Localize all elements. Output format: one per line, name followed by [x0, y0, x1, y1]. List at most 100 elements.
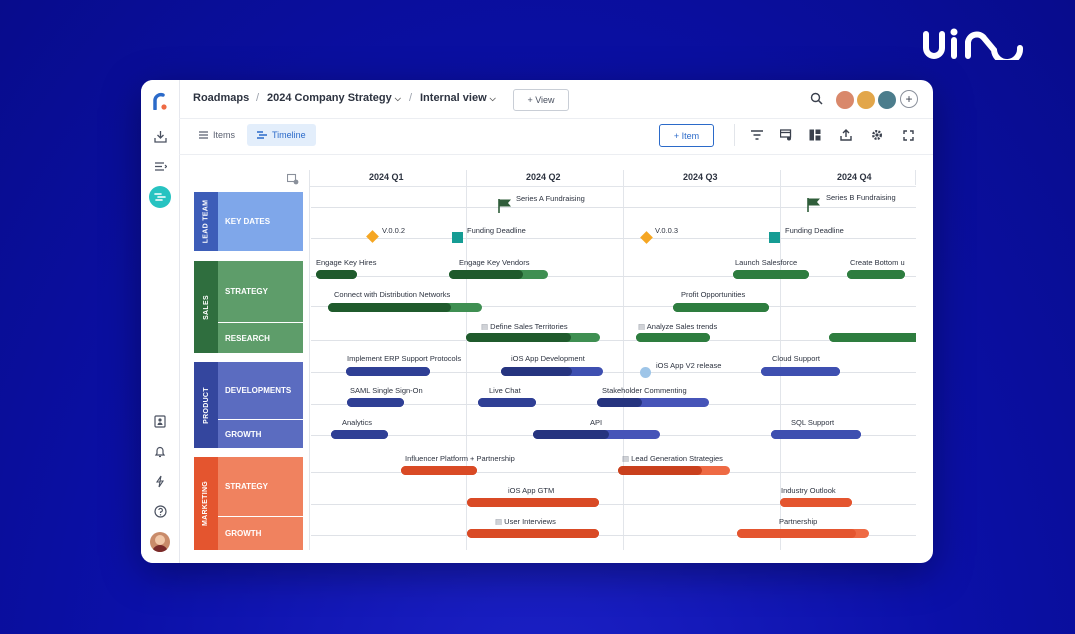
milestone-series-b[interactable]: [807, 197, 821, 218]
timeline-bar[interactable]: [636, 333, 710, 342]
list-icon[interactable]: [150, 156, 170, 176]
timeline-bar[interactable]: [618, 466, 730, 475]
bell-icon[interactable]: [150, 441, 170, 461]
timeline-bar[interactable]: [737, 529, 869, 538]
lane-marketing-strategy[interactable]: STRATEGY: [218, 457, 303, 516]
lightning-icon[interactable]: [150, 471, 170, 491]
timeline-bar[interactable]: [316, 270, 357, 279]
milestone-diamond[interactable]: [366, 230, 379, 243]
tab-items-label: Items: [213, 130, 236, 140]
timeline-bar[interactable]: [478, 398, 536, 407]
group-product-label: PRODUCT: [202, 386, 210, 424]
group-marketing[interactable]: MARKETING: [194, 457, 218, 550]
inbox-icon[interactable]: [150, 126, 170, 146]
roadmunk-logo-icon[interactable]: [152, 92, 168, 110]
lane-product-growth[interactable]: GROWTH: [218, 420, 303, 448]
flag-icon: [807, 198, 820, 212]
collaborator-avatar[interactable]: [835, 90, 855, 110]
lane-key-dates[interactable]: KEY DATES: [218, 192, 303, 251]
timeline-bar[interactable]: [533, 430, 660, 439]
milestone-square[interactable]: [452, 232, 463, 243]
timeline-bar[interactable]: [847, 270, 905, 279]
timeline-bar-progress: [597, 398, 642, 407]
timeline-bar[interactable]: [346, 367, 430, 376]
tab-items[interactable]: Items: [189, 124, 245, 146]
bar-label: Live Chat: [489, 386, 521, 395]
timeline-bar[interactable]: [449, 270, 548, 279]
roadmaps-nav-icon[interactable]: [149, 186, 171, 208]
breadcrumb-separator: /: [256, 92, 260, 104]
collaborator-avatar[interactable]: [856, 90, 876, 110]
tab-timeline[interactable]: Timeline: [247, 124, 316, 146]
timeline-bar-progress: [673, 303, 769, 312]
milestone-diamond[interactable]: [640, 231, 653, 244]
timeline-bar[interactable]: [597, 398, 709, 407]
timeline-bar-progress: [533, 430, 610, 439]
timeline-bar[interactable]: [347, 398, 404, 407]
timeline-bar[interactable]: [829, 333, 916, 342]
group-sales[interactable]: SALES: [194, 261, 218, 353]
breadcrumb-view[interactable]: Internal view ⌵: [420, 92, 496, 104]
timeline-bar[interactable]: [467, 529, 599, 538]
help-icon[interactable]: [150, 501, 170, 521]
quarter-header: 2024 Q2: [526, 172, 561, 182]
milestone-square[interactable]: [769, 232, 780, 243]
bar-label: ▤ Define Sales Territories: [481, 322, 568, 331]
timeline-bar[interactable]: [733, 270, 809, 279]
row-line: [311, 340, 916, 341]
bar-label: Influencer Platform + Partnership: [405, 454, 515, 463]
timeline-bar[interactable]: [673, 303, 769, 312]
uim-logo: [923, 28, 1024, 60]
timeline-bar[interactable]: [501, 367, 603, 376]
contacts-icon[interactable]: [150, 411, 170, 431]
timeline-bar[interactable]: [328, 303, 482, 312]
bar-label-text: Lead Generation Strategies: [631, 454, 723, 463]
card-settings-icon[interactable]: [778, 127, 794, 143]
bar-label: Create Bottom u: [850, 258, 905, 267]
gear-icon[interactable]: [869, 127, 885, 143]
app-window: Roadmaps / 2024 Company Strategy ⌵ / Inte…: [141, 80, 933, 563]
timeline-bar[interactable]: [466, 333, 600, 342]
milestone-label: Funding Deadline: [785, 226, 844, 235]
timeline-bar[interactable]: [771, 430, 861, 439]
add-collaborator-icon[interactable]: +: [900, 90, 918, 108]
quarter-header: 2024 Q4: [837, 172, 872, 182]
row-line: [311, 207, 916, 208]
breadcrumb-strategy[interactable]: 2024 Company Strategy ⌵: [267, 92, 401, 104]
lane-sales-research[interactable]: RESEARCH: [218, 323, 303, 353]
add-view-button[interactable]: + View: [513, 89, 569, 111]
export-icon[interactable]: [838, 127, 854, 143]
quarter-divider: [309, 170, 310, 550]
timeline-bar[interactable]: [467, 498, 599, 507]
bar-label: Stakeholder Commenting: [602, 386, 687, 395]
chevron-down-icon: ⌵: [489, 94, 496, 103]
lane-marketing-growth[interactable]: GROWTH: [218, 517, 303, 550]
breadcrumb-roadmaps[interactable]: Roadmaps: [193, 92, 249, 104]
calendar-settings-icon[interactable]: [286, 172, 299, 190]
timeline-bar[interactable]: [331, 430, 388, 439]
fullscreen-icon[interactable]: [900, 127, 916, 143]
group-lead-team[interactable]: LEAD TEAM: [194, 192, 218, 251]
user-avatar[interactable]: [150, 532, 170, 552]
lane-product-developments[interactable]: DEVELOPMENTS: [218, 362, 303, 419]
timeline-bar-progress: [737, 529, 856, 538]
timeline-bar[interactable]: [401, 466, 477, 475]
filter-icon[interactable]: [749, 127, 765, 143]
search-icon[interactable]: [810, 92, 823, 110]
list-icon: [199, 131, 208, 139]
timeline-bar-progress: [328, 303, 452, 312]
group-product[interactable]: PRODUCT: [194, 362, 218, 448]
timeline-bar-progress: [466, 333, 571, 342]
lane-sales-strategy[interactable]: STRATEGY: [218, 261, 303, 322]
layout-icon[interactable]: [807, 127, 823, 143]
add-item-button[interactable]: + Item: [659, 124, 714, 147]
milestone-label: Funding Deadline: [467, 226, 526, 235]
bar-label: SAML Single Sign-On: [350, 386, 423, 395]
collaborator-avatar[interactable]: [877, 90, 897, 110]
breadcrumb-view-label: Internal view: [420, 92, 487, 104]
milestone-circle[interactable]: [640, 367, 651, 378]
timeline-bar-progress: [478, 398, 536, 407]
milestone-series-a[interactable]: [498, 198, 512, 219]
timeline-bar[interactable]: [780, 498, 852, 507]
timeline-bar[interactable]: [761, 367, 840, 376]
